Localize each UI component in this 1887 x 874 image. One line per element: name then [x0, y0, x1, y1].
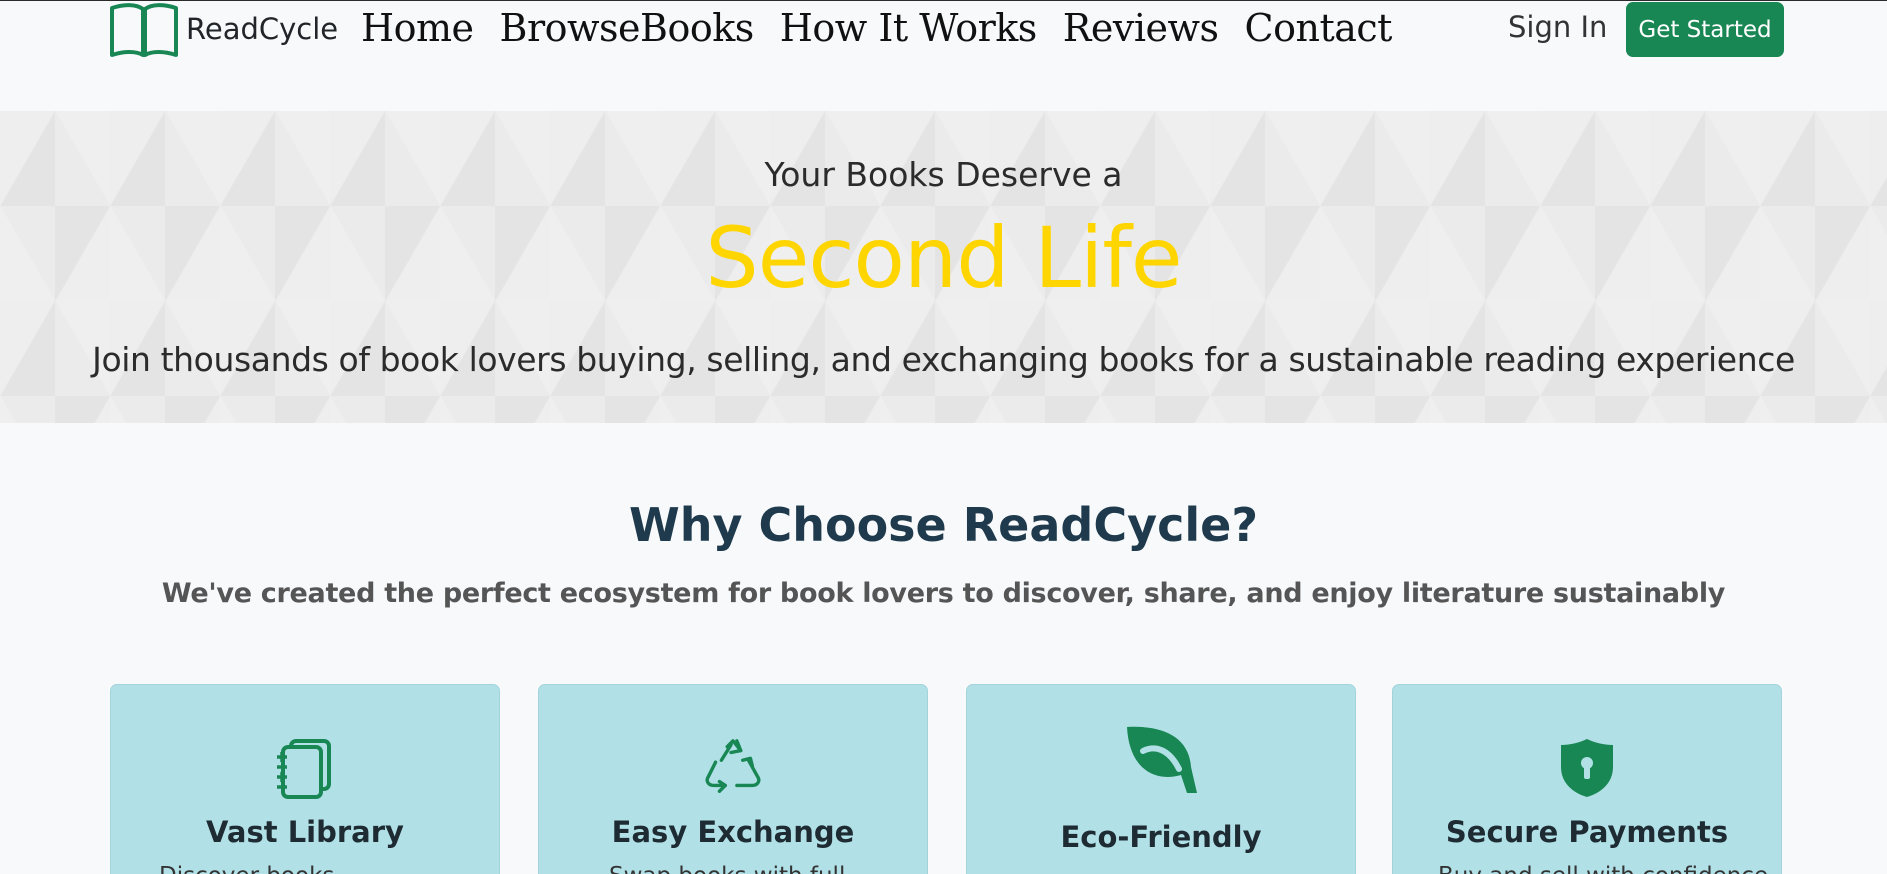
nav-link-how-it-works[interactable]: How It Works — [780, 6, 1038, 50]
nav-link-reviews[interactable]: Reviews — [1063, 6, 1219, 50]
hero-subtitle: Join thousands of book lovers buying, se… — [92, 340, 1795, 379]
hero-pre-title: Your Books Deserve a — [764, 155, 1123, 194]
journals-icon — [277, 739, 331, 799]
nav-link-contact[interactable]: Contact — [1245, 6, 1393, 50]
feature-description: Discover books... — [159, 863, 356, 874]
nav-link-home[interactable]: Home — [361, 6, 474, 50]
feature-card-easy-exchange: Easy Exchange Swap books with full... — [538, 684, 928, 874]
recycle-icon — [705, 739, 761, 793]
feature-title: Eco-Friendly — [1060, 820, 1262, 854]
nav-link-browse-books[interactable]: BrowseBooks — [500, 6, 755, 50]
feature-description: Buy and sell with confidence — [1438, 863, 1768, 874]
feature-card-secure-payments: Secure Payments Buy and sell with confid… — [1392, 684, 1782, 874]
shield-lock-icon — [1561, 739, 1613, 797]
get-started-button[interactable]: Get Started — [1626, 2, 1784, 57]
main-nav: Home BrowseBooks How It Works Reviews Co… — [361, 6, 1418, 50]
leaf-icon — [1127, 726, 1197, 793]
feature-title: Vast Library — [206, 815, 404, 849]
feature-title: Easy Exchange — [611, 815, 855, 849]
navbar: ReadCycle Home BrowseBooks How It Works … — [0, 0, 1887, 110]
feature-title: Secure Payments — [1445, 815, 1729, 849]
feature-card-vast-library: Vast Library Discover books... — [110, 684, 500, 874]
brand-name: ReadCycle — [186, 12, 339, 46]
book-icon — [110, 3, 178, 57]
feature-description: Swap books with full... — [609, 863, 867, 874]
feature-card-eco-friendly: Eco-Friendly — [966, 684, 1356, 874]
hero-section: Your Books Deserve a Second Life Join th… — [0, 111, 1887, 423]
why-title: Why Choose ReadCycle? — [628, 498, 1259, 552]
brand-logo[interactable]: ReadCycle — [108, 0, 338, 58]
sign-in-link[interactable]: Sign In — [1508, 10, 1607, 44]
hero-title: Second Life — [705, 209, 1182, 307]
why-subtitle: We've created the perfect ecosystem for … — [161, 578, 1726, 609]
